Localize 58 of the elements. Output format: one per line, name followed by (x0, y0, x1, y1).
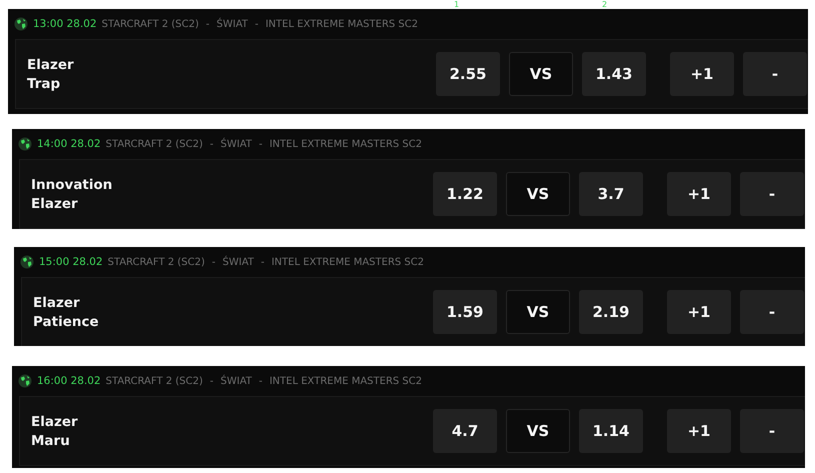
vs-label: VS (506, 409, 570, 453)
player-name: Elazer (27, 56, 75, 72)
separator: - (260, 256, 264, 268)
more-bets-button[interactable]: +1 (667, 290, 731, 334)
separator: - (212, 256, 216, 268)
category-label: STARCRAFT 2 (SC2) (106, 376, 203, 386)
player-name: Elazer (31, 414, 79, 430)
league-label: INTEL EXTREME MASTERS SC2 (269, 138, 422, 150)
league-label: INTEL EXTREME MASTERS SC2 (271, 256, 424, 268)
globe-icon (14, 17, 28, 31)
league-label: INTEL EXTREME MASTERS SC2 (265, 18, 418, 30)
separator: - (206, 18, 210, 30)
separator: - (258, 138, 262, 150)
league-label: INTEL EXTREME MASTERS SC2 (269, 376, 422, 386)
player-name: Trap (27, 76, 62, 92)
odds-button[interactable]: 2.19 (579, 290, 643, 334)
vs-label: VS (509, 52, 573, 96)
dash-button[interactable]: - (740, 409, 804, 453)
player-name: Maru (31, 432, 71, 448)
globe-icon (18, 137, 32, 151)
region-label: ŚWIAT (220, 138, 252, 150)
region-label: ŚWIAT (220, 376, 252, 386)
globe-icon (18, 374, 32, 388)
odds-button[interactable]: 1.59 (433, 290, 497, 334)
dash-button[interactable]: - (743, 52, 807, 96)
more-bets-button[interactable]: +1 (670, 52, 734, 96)
separator: - (254, 18, 258, 30)
dash-button[interactable]: - (740, 290, 804, 334)
player-name: Innovation (31, 176, 114, 192)
column-label: 2 (602, 0, 608, 9)
match-time: 15:00 28.02 (39, 256, 103, 268)
category-label: STARCRAFT 2 (SC2) (108, 256, 205, 268)
match-time: 16:00 28.02 (37, 375, 101, 387)
separator: - (210, 138, 214, 150)
vs-label: VS (506, 290, 570, 334)
odds-button[interactable]: 2.55 (436, 52, 500, 96)
region-label: ŚWIAT (222, 256, 254, 268)
odds-button[interactable]: 4.7 (433, 409, 497, 453)
player-name: Patience (33, 314, 100, 330)
odds-button[interactable]: 3.7 (579, 172, 643, 216)
player-name: Elazer (31, 196, 79, 212)
dash-button[interactable]: - (740, 172, 804, 216)
odds-button[interactable]: 1.22 (433, 172, 497, 216)
match-time: 13:00 28.02 (33, 18, 97, 30)
match-time: 14:00 28.02 (37, 138, 101, 150)
more-bets-button[interactable]: +1 (667, 172, 731, 216)
column-label: 1 (454, 0, 460, 9)
category-label: STARCRAFT 2 (SC2) (102, 18, 199, 30)
separator: - (210, 376, 214, 386)
category-label: STARCRAFT 2 (SC2) (106, 138, 203, 150)
player-name: Elazer (33, 294, 81, 310)
globe-icon (20, 255, 34, 269)
more-bets-button[interactable]: +1 (667, 409, 731, 453)
separator: - (258, 376, 262, 386)
odds-button[interactable]: 1.43 (582, 52, 646, 96)
odds-button[interactable]: 1.14 (579, 409, 643, 453)
vs-label: VS (506, 172, 570, 216)
region-label: ŚWIAT (216, 18, 248, 30)
